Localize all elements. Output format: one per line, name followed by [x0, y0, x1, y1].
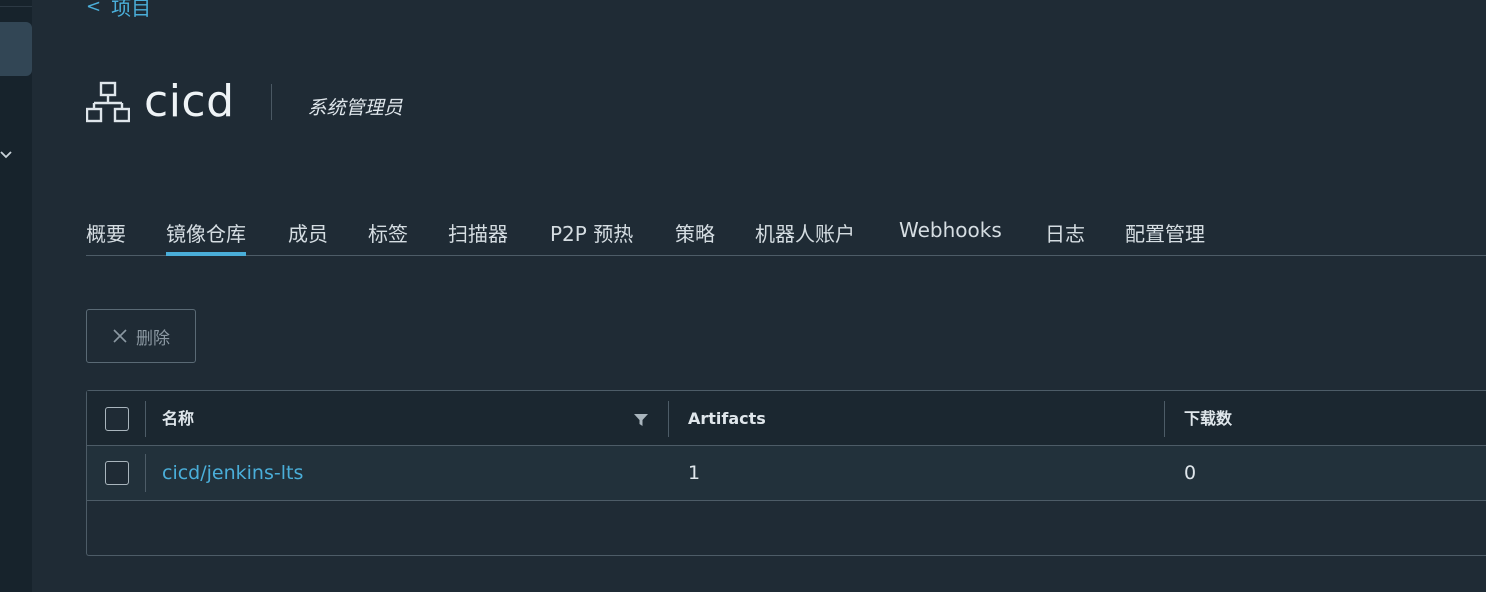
tab-webhooks[interactable]: Webhooks: [899, 218, 1002, 256]
download-count: 0: [1184, 462, 1197, 484]
repository-table: 名称 Artifacts 下载数 cicd/jenkins-lts 1 0: [86, 390, 1486, 556]
column-header-downloads[interactable]: 下载数: [1184, 391, 1232, 446]
column-divider: [1164, 401, 1165, 437]
row-checkbox[interactable]: [105, 461, 129, 485]
tab-logs[interactable]: 日志: [1045, 218, 1085, 256]
tab-scanner[interactable]: 扫描器: [448, 218, 508, 256]
page-title: cicd: [144, 76, 235, 127]
project-network-icon: [86, 81, 130, 123]
tab-policy[interactable]: 策略: [675, 218, 715, 256]
tab-repositories[interactable]: 镜像仓库: [166, 218, 246, 256]
tab-configuration[interactable]: 配置管理: [1125, 218, 1205, 256]
tab-bar: 概要 镜像仓库 成员 标签 扫描器 P2P 预热 策略 机器人账户 Webhoo…: [86, 208, 1486, 256]
select-all-checkbox[interactable]: [105, 407, 129, 431]
column-divider: [145, 454, 146, 492]
tab-members[interactable]: 成员: [288, 218, 328, 256]
main-content: < 项目 cicd 系统管理员 概要 镜像仓库 成员 标签 扫描器 P2P 预热…: [32, 0, 1486, 592]
table-header: 名称 Artifacts 下载数: [87, 391, 1486, 446]
delete-button-label: 删除: [136, 328, 170, 348]
side-navigation: [0, 0, 32, 592]
sidebar-item-active[interactable]: [0, 22, 32, 76]
user-role-label: 系统管理员: [307, 96, 403, 119]
chevron-left-icon: <: [86, 0, 102, 17]
header-divider: [270, 84, 272, 120]
delete-button[interactable]: 删除: [86, 309, 196, 363]
column-divider: [145, 401, 146, 437]
table-row: cicd/jenkins-lts 1 0: [87, 446, 1486, 501]
repository-name-link[interactable]: cicd/jenkins-lts: [162, 446, 303, 501]
chevron-down-icon[interactable]: [0, 148, 14, 162]
sidebar-divider: [0, 6, 32, 7]
tab-robot-accounts[interactable]: 机器人账户: [755, 218, 855, 256]
artifacts-count: 1: [688, 462, 701, 484]
column-header-artifacts[interactable]: Artifacts: [688, 391, 766, 446]
breadcrumb-projects-link[interactable]: 项目: [111, 0, 151, 21]
breadcrumb[interactable]: < 项目: [86, 0, 151, 21]
close-icon: [113, 329, 127, 343]
filter-icon[interactable]: [634, 413, 648, 427]
column-header-name[interactable]: 名称: [162, 391, 194, 446]
tab-p2p-preheat[interactable]: P2P 预热: [550, 218, 633, 256]
tab-summary[interactable]: 概要: [86, 218, 126, 256]
tab-labels[interactable]: 标签: [368, 218, 408, 256]
column-divider: [668, 401, 669, 437]
project-header: cicd 系统管理员: [86, 74, 403, 130]
